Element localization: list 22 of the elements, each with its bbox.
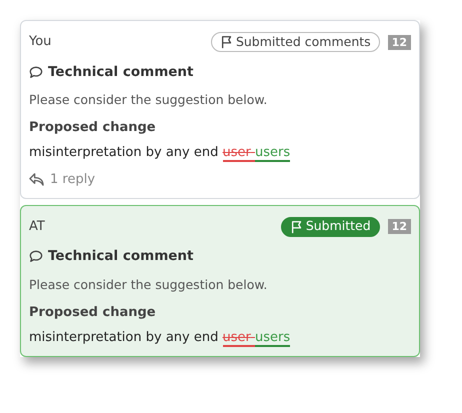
- speech-bubble-icon: [29, 66, 43, 78]
- speech-bubble-icon: [29, 250, 43, 263]
- flag-icon: [220, 35, 234, 49]
- proposed-change-text: misinterpretation by any end user users: [29, 328, 292, 348]
- comment-card[interactable]: You Submitted comments 12 Technical comment Please consider the suggestion below. Proposed change misinterpretation by any end user users 1 reply: [20, 20, 420, 198]
- author-name: You: [29, 33, 52, 52]
- comment-count: 12: [388, 34, 411, 50]
- replies-button[interactable]: 1 reply: [29, 170, 96, 190]
- proposed-change-text: misinterpretation by any end user users: [29, 144, 292, 163]
- comment-type: Technical comment: [48, 247, 194, 266]
- author-name: AT: [29, 218, 45, 236]
- status-badge: Submitted: [280, 216, 380, 236]
- comment-body: Please consider the suggestion below.: [29, 91, 268, 109]
- section-title: Proposed change: [29, 119, 157, 137]
- comment-count: 12: [388, 219, 411, 234]
- section-title: Proposed change: [29, 304, 157, 322]
- comment-card[interactable]: AT Submitted 12 Technical comment Please consider the suggestion below. Proposed change misinterpretation by any end user users: [20, 204, 420, 356]
- comment-body: Please consider the suggestion below.: [29, 276, 268, 294]
- flag-icon: [290, 220, 304, 234]
- reply-icon: [29, 173, 44, 186]
- comment-type: Technical comment: [48, 62, 194, 82]
- status-badge: Submitted comments: [210, 32, 380, 52]
